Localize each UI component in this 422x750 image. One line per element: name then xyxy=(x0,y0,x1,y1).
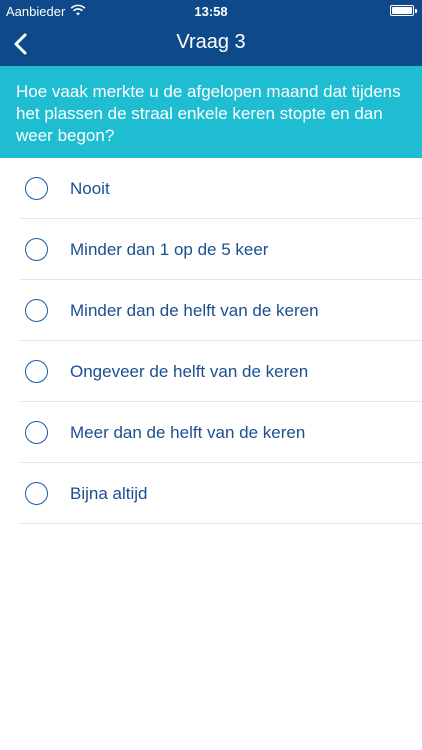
status-bar: Aanbieder 13:58 xyxy=(0,0,422,22)
clock: 13:58 xyxy=(194,4,228,19)
answer-option-5[interactable]: Meer dan de helft van de keren xyxy=(0,402,422,463)
top-bar: Aanbieder 13:58 Vraag 3 xyxy=(0,0,422,66)
question-text: Hoe vaak merkte u de afgelopen maand dat… xyxy=(0,66,422,158)
answer-label: Nooit xyxy=(70,179,110,198)
answer-option-2[interactable]: Minder dan 1 op de 5 keer xyxy=(0,219,422,280)
radio-button-icon[interactable] xyxy=(25,360,48,383)
answer-label: Minder dan 1 op de 5 keer xyxy=(70,240,269,259)
radio-button-icon[interactable] xyxy=(25,177,48,200)
radio-button-icon[interactable] xyxy=(25,299,48,322)
answer-list: Nooit Minder dan 1 op de 5 keer Minder d… xyxy=(0,158,422,524)
nav-bar: Vraag 3 xyxy=(0,22,422,66)
answer-label: Ongeveer de helft van de keren xyxy=(70,362,309,381)
answer-label: Minder dan de helft van de keren xyxy=(70,301,319,320)
answer-option-1[interactable]: Nooit xyxy=(0,158,422,219)
answer-option-3[interactable]: Minder dan de helft van de keren xyxy=(0,280,422,341)
answer-label: Meer dan de helft van de keren xyxy=(70,423,306,442)
radio-button-icon[interactable] xyxy=(25,421,48,444)
battery-icon xyxy=(390,5,417,16)
radio-button-icon[interactable] xyxy=(25,482,48,505)
answer-option-4[interactable]: Ongeveer de helft van de keren xyxy=(0,341,422,402)
answer-option-6[interactable]: Bijna altijd xyxy=(0,463,422,524)
radio-button-icon[interactable] xyxy=(25,238,48,261)
page-title: Vraag 3 xyxy=(176,31,246,53)
answer-label: Bijna altijd xyxy=(70,484,148,503)
